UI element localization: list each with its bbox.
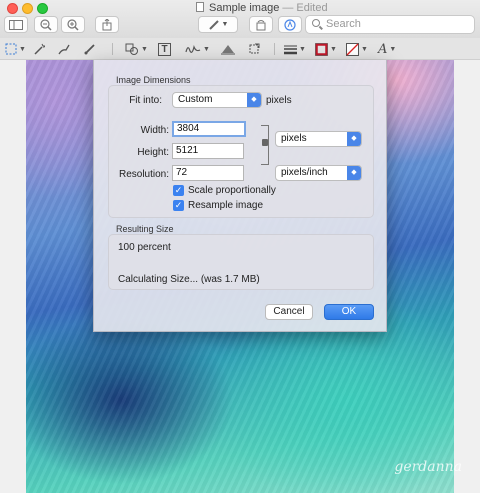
- adjust-color-tool[interactable]: [221, 41, 235, 57]
- resulting-percent: 100 percent: [118, 242, 171, 253]
- ok-button[interactable]: OK: [324, 304, 374, 320]
- sidebar-icon: [9, 19, 23, 30]
- height-label: Height:: [137, 147, 169, 158]
- rectangular-selection-icon: [5, 43, 17, 55]
- chevron-down-icon: ▼: [299, 45, 306, 53]
- sketch-icon: [58, 44, 70, 55]
- artist-signature: gerdanna: [394, 459, 462, 475]
- width-field[interactable]: 3804: [172, 121, 246, 137]
- sketch-tool[interactable]: [58, 41, 70, 57]
- markup-circle-icon: [284, 18, 296, 31]
- draw-pen-icon: [84, 44, 95, 55]
- chevron-down-icon: ▼: [141, 45, 148, 53]
- width-label: Width:: [140, 125, 169, 136]
- share-button[interactable]: [95, 16, 119, 33]
- shapes-icon: [125, 43, 138, 55]
- fit-into-value: Custom: [178, 94, 213, 105]
- markup-toolbar-button[interactable]: ▼: [198, 16, 238, 33]
- checkmark-icon: ✓: [173, 185, 184, 196]
- minimize-window-button[interactable]: [22, 3, 33, 14]
- resulting-size-status: Calculating Size... (was 1.7 MB): [118, 274, 260, 285]
- shapes-tool[interactable]: ▼: [125, 41, 148, 57]
- toolbar-divider: [274, 43, 275, 55]
- zoom-out-button[interactable]: [34, 16, 58, 33]
- size-units-value: pixels: [281, 133, 307, 144]
- checkmark-icon: ✓: [173, 200, 184, 211]
- chevron-down-icon: ▼: [389, 45, 397, 53]
- selection-tool[interactable]: ▼: [5, 41, 26, 57]
- scale-proportionally-checkbox[interactable]: ✓ Scale proportionally: [173, 185, 276, 196]
- chevron-down-icon: ▼: [203, 45, 210, 53]
- cancel-button[interactable]: Cancel: [265, 304, 313, 320]
- window-title-text: Sample image: [209, 2, 280, 14]
- markup-toolbar: ▼ ▼ T ▼ ▼ ▼ ▼ A ▼: [0, 38, 480, 60]
- adjust-size-dialog: Image Dimensions Fit into: Custom ◆ pixe…: [93, 60, 387, 332]
- text-box-icon: T: [158, 42, 171, 56]
- zoom-out-icon: [40, 18, 52, 31]
- resulting-size-heading: Resulting Size: [116, 224, 174, 234]
- annotate-button[interactable]: [278, 16, 302, 33]
- resolution-units-value: pixels/inch: [281, 167, 328, 178]
- rotate-button[interactable]: [249, 16, 273, 33]
- updown-arrows-icon: ◆: [347, 132, 361, 146]
- height-field[interactable]: 5121: [172, 143, 244, 159]
- zoom-window-button[interactable]: [37, 3, 48, 14]
- pen-icon: [208, 19, 219, 30]
- edited-status: — Edited: [282, 2, 328, 14]
- shape-style-tool[interactable]: ▼: [284, 41, 306, 57]
- zoom-in-icon: [67, 18, 79, 31]
- window-title: Sample image — Edited: [196, 2, 328, 14]
- line-weight-icon: [284, 45, 297, 55]
- adjust-size-tool[interactable]: [248, 41, 260, 57]
- magic-wand-icon: [34, 43, 45, 55]
- lock-icon[interactable]: [262, 139, 268, 146]
- fill-color-icon: [346, 42, 359, 56]
- text-tool[interactable]: T: [158, 41, 171, 57]
- search-field[interactable]: Search: [305, 15, 475, 34]
- resolution-label: Resolution:: [118, 169, 169, 180]
- sidebar-toggle-button[interactable]: [4, 16, 28, 33]
- fill-color-tool[interactable]: ▼: [346, 41, 368, 57]
- sign-tool[interactable]: ▼: [185, 41, 210, 57]
- resolution-field[interactable]: 72: [172, 165, 244, 181]
- title-bar: Sample image — Edited ▼ Search: [0, 0, 480, 38]
- resolution-units-popup[interactable]: pixels/inch ◆: [275, 165, 362, 181]
- search-icon: [312, 19, 320, 27]
- chevron-down-icon: ▼: [361, 45, 368, 53]
- fit-into-label: Fit into:: [129, 95, 162, 106]
- search-placeholder: Search: [326, 18, 361, 30]
- resize-icon: [249, 43, 260, 54]
- document-icon: [196, 2, 204, 12]
- border-color-icon: [315, 42, 328, 56]
- rotate-icon: [256, 19, 266, 30]
- updown-arrows-icon: ◆: [247, 93, 261, 107]
- chevron-down-icon: ▼: [330, 45, 337, 53]
- resample-image-label: Resample image: [188, 200, 264, 211]
- updown-arrows-icon: ◆: [347, 166, 361, 180]
- instant-alpha-tool[interactable]: [33, 41, 45, 57]
- zoom-in-button[interactable]: [61, 16, 85, 33]
- fit-into-units: pixels: [266, 95, 292, 106]
- close-window-button[interactable]: [7, 3, 18, 14]
- chevron-down-icon: ▼: [19, 45, 26, 53]
- size-units-popup[interactable]: pixels ◆: [275, 131, 362, 147]
- border-color-tool[interactable]: ▼: [315, 41, 337, 57]
- signature-icon: [185, 45, 201, 53]
- fit-into-popup[interactable]: Custom ◆: [172, 92, 262, 108]
- share-icon: [102, 18, 112, 30]
- text-style-tool[interactable]: A ▼: [378, 41, 396, 57]
- adjust-color-icon: [221, 45, 235, 55]
- image-dimensions-heading: Image Dimensions: [116, 75, 191, 85]
- draw-tool[interactable]: [84, 41, 96, 57]
- chevron-down-icon: ▼: [221, 21, 229, 28]
- resample-image-checkbox[interactable]: ✓ Resample image: [173, 200, 263, 211]
- scale-proportionally-label: Scale proportionally: [188, 185, 276, 196]
- text-style-icon: A: [378, 41, 388, 57]
- toolbar-divider: [112, 43, 113, 55]
